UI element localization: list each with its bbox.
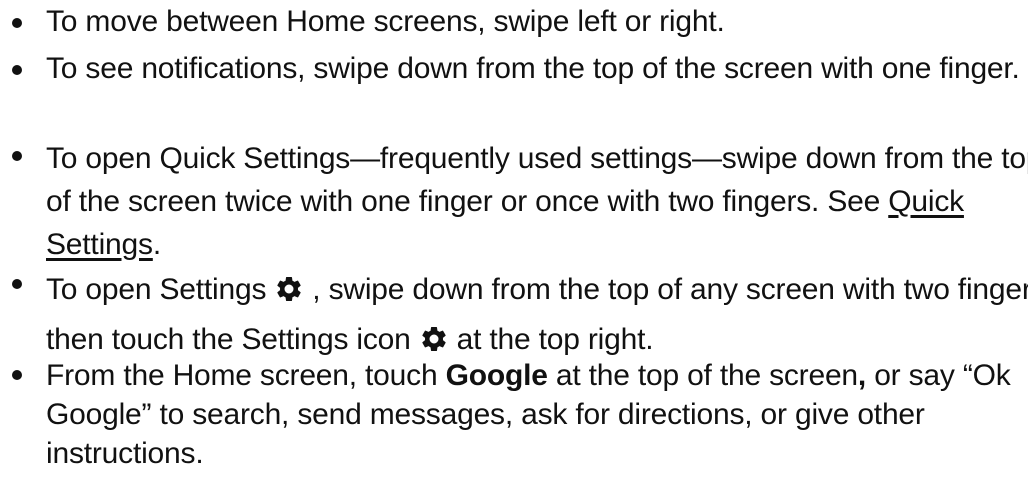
bullet-dot [12,151,22,161]
item-text: To move between Home screens, swipe left… [46,5,725,38]
item-text-part-c: at the top right. [456,323,654,356]
item-text-part-a: To open Settings [46,273,267,306]
bold-comma: , [857,359,867,392]
list-item: To see notifications, swipe down from th… [0,51,1028,87]
google-bold-text: Google [445,359,548,392]
item-text: From the Home screen, touch Google at th… [46,359,1011,470]
item-text-after-link: . [152,228,161,261]
bullet-dot [12,65,22,75]
bullet-dot [12,370,22,380]
list-item: To open Quick Settings—frequently used s… [0,137,1028,266]
document-page: To move between Home screens, swipe left… [0,0,1028,487]
item-text-before-link: To open Quick Settings—frequently used s… [46,142,1028,218]
list-item: To open Settings, swipe down from the to… [0,265,1028,365]
item-text-part-a: From the Home screen, touch [46,359,446,392]
bullet-dot [12,18,22,28]
list-item: From the Home screen, touch Google at th… [0,356,1028,473]
item-text: To open Settings, swipe down from the to… [46,273,1028,356]
gear-icon [274,274,304,304]
item-text: To see notifications, swipe down from th… [46,52,1020,85]
item-text-part-b: at the top of the screen [547,359,858,392]
bullet-dot [12,279,22,289]
item-text: To open Quick Settings—frequently used s… [46,142,1028,261]
gear-icon [419,324,449,354]
list-item: To move between Home screens, swipe left… [0,4,1028,40]
